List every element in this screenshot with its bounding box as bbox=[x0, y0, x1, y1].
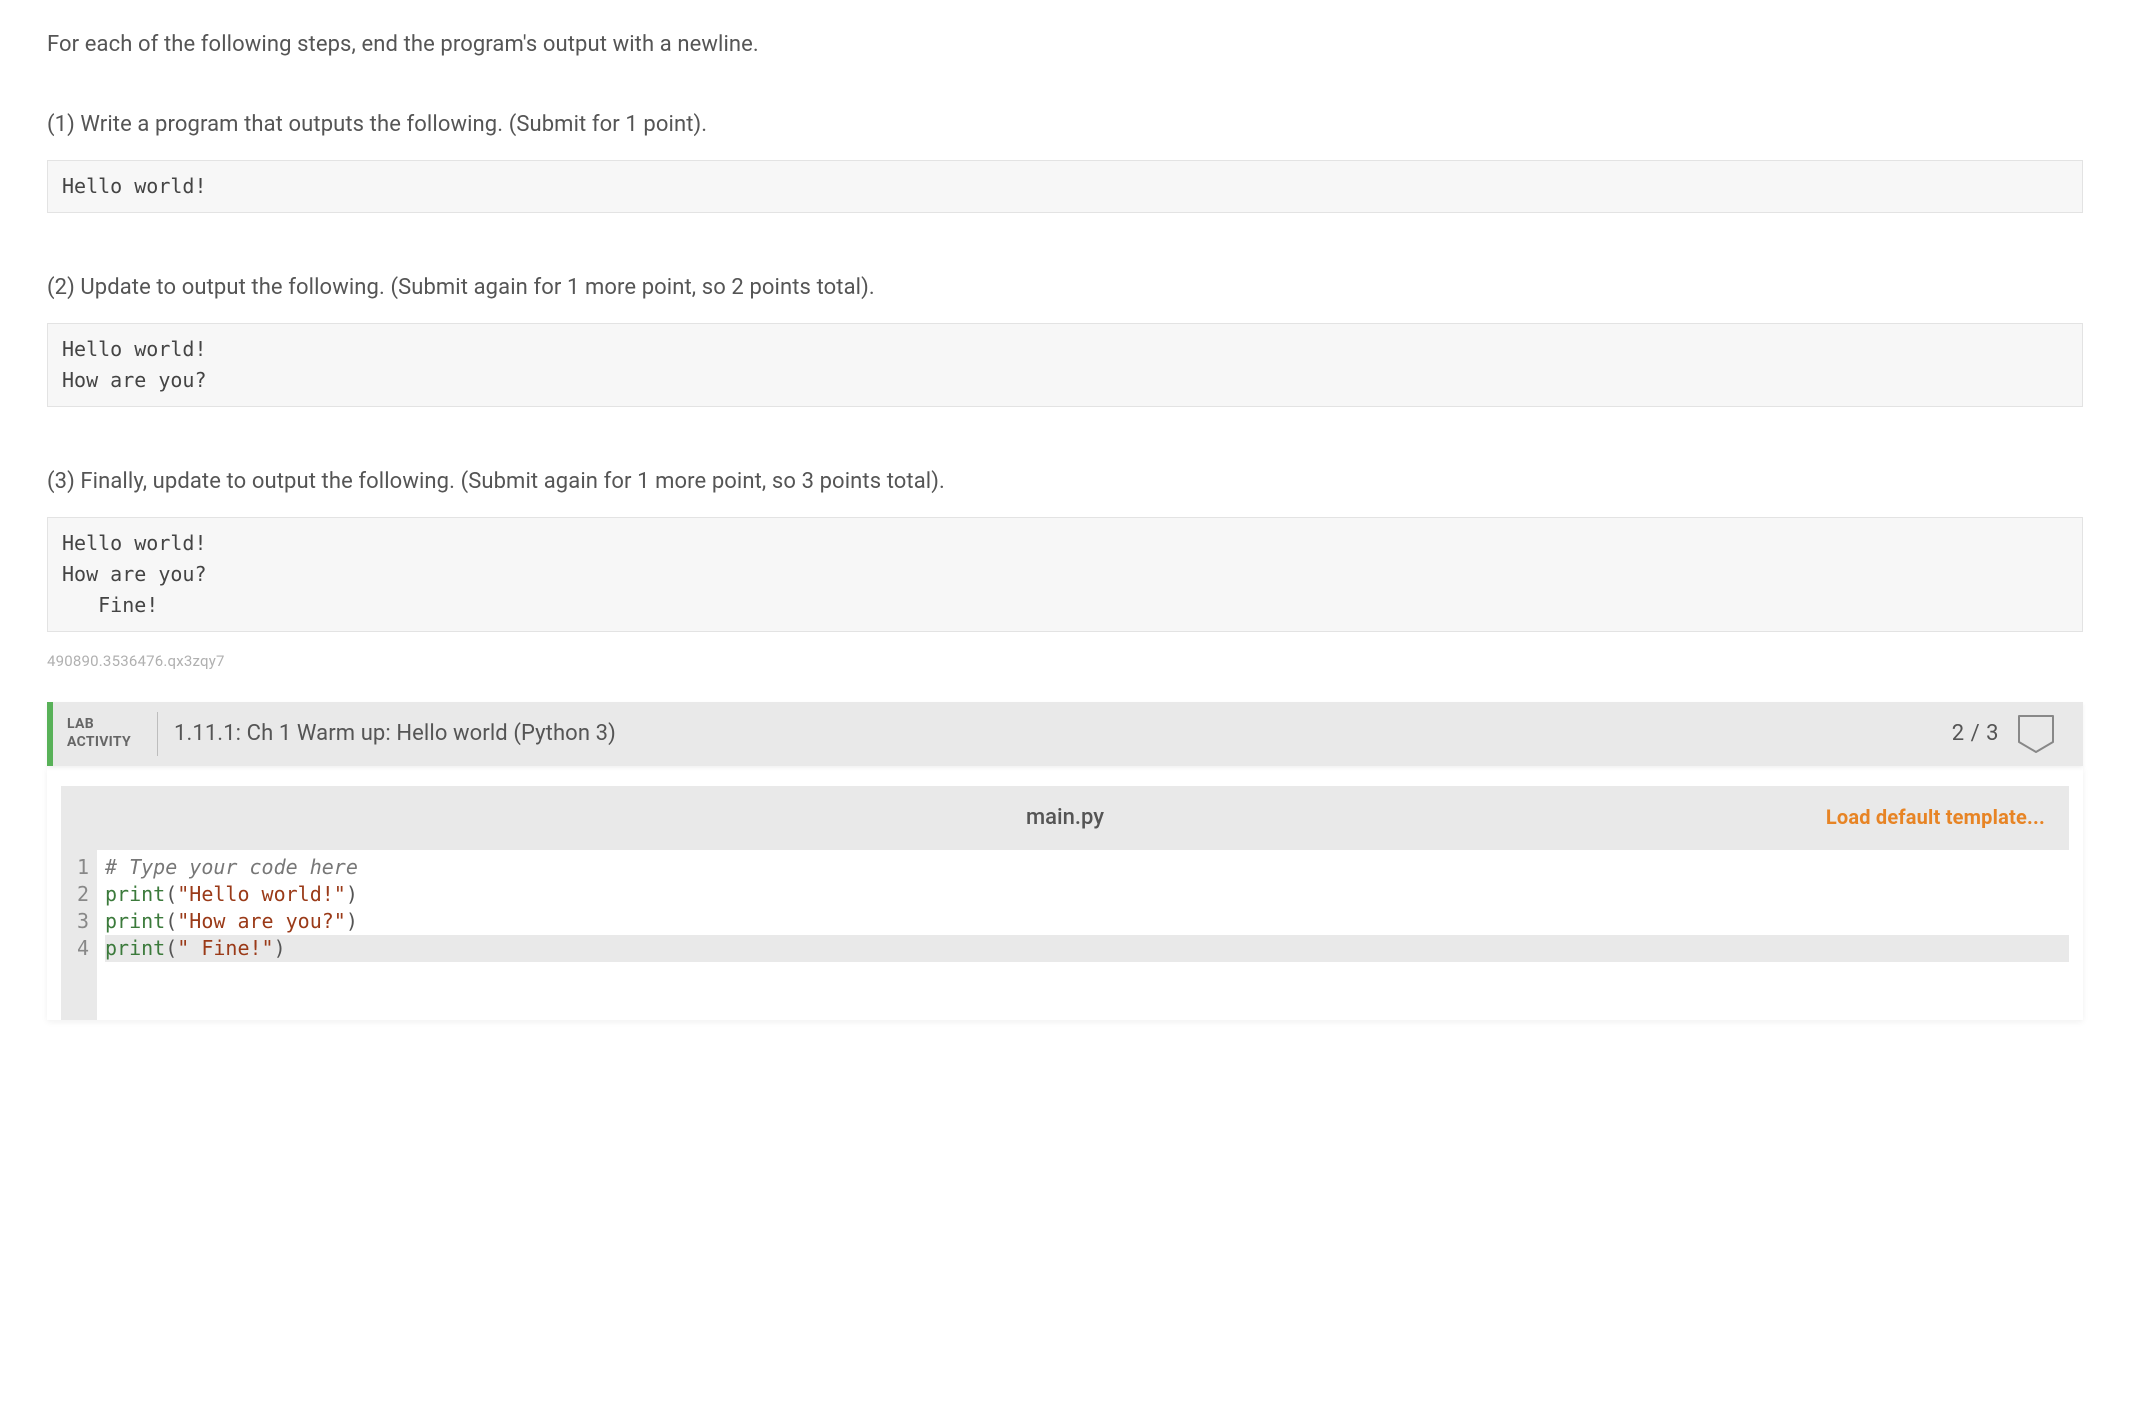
code-token-func: print bbox=[105, 936, 165, 960]
code-token-paren: ) bbox=[274, 936, 286, 960]
file-name: main.py bbox=[1026, 801, 1104, 835]
line-number: 4 bbox=[71, 935, 89, 962]
code-token-string: " Fine!" bbox=[177, 936, 273, 960]
code-line[interactable]: print("Hello world!") bbox=[105, 881, 2069, 908]
step-3-label: (3) Finally, update to output the follow… bbox=[47, 465, 2083, 499]
code-line[interactable]: print(" Fine!") bbox=[105, 935, 2069, 962]
code-token-func: print bbox=[105, 882, 165, 906]
code-token-string: "Hello world!" bbox=[177, 882, 346, 906]
lab-tag-line2: ACTIVITY bbox=[67, 734, 153, 752]
page-root: For each of the following steps, end the… bbox=[0, 0, 2130, 1418]
step-2-label: (2) Update to output the following. (Sub… bbox=[47, 271, 2083, 305]
code-token-string: "How are you?" bbox=[177, 909, 346, 933]
code-editor[interactable]: 1 2 3 4 # Type your code here print("Hel… bbox=[61, 850, 2069, 966]
lab-divider bbox=[157, 712, 158, 756]
code-line[interactable]: print("How are you?") bbox=[105, 908, 2069, 935]
line-number: 1 bbox=[71, 854, 89, 881]
lab-title: 1.11.1: Ch 1 Warm up: Hello world (Pytho… bbox=[174, 717, 1952, 751]
line-number-gutter: 1 2 3 4 bbox=[61, 850, 97, 966]
intro-text: For each of the following steps, end the… bbox=[47, 28, 2083, 62]
load-default-template-button[interactable]: Load default template... bbox=[1826, 802, 2045, 833]
lab-tag-line1: LAB bbox=[67, 716, 153, 734]
lab-score: 2 / 3 bbox=[1952, 717, 1999, 751]
step-1-output: Hello world! bbox=[47, 160, 2083, 213]
lab-activity-header: LAB ACTIVITY 1.11.1: Ch 1 Warm up: Hello… bbox=[47, 702, 2083, 766]
code-line[interactable]: # Type your code here bbox=[105, 854, 2069, 881]
bookmark-icon[interactable] bbox=[2017, 714, 2055, 754]
line-number: 2 bbox=[71, 881, 89, 908]
hash-id: 490890.3536476.qx3zqy7 bbox=[47, 650, 2083, 673]
editor-container: main.py Load default template... 1 2 3 4… bbox=[47, 766, 2083, 1020]
step-2-output: Hello world! How are you? bbox=[47, 323, 2083, 407]
code-token-paren: ( bbox=[165, 909, 177, 933]
code-lines[interactable]: # Type your code here print("Hello world… bbox=[97, 850, 2069, 966]
file-tab-bar: main.py Load default template... bbox=[61, 786, 2069, 850]
code-token-func: print bbox=[105, 909, 165, 933]
gutter-filler bbox=[61, 966, 97, 1020]
step-3-output: Hello world! How are you? Fine! bbox=[47, 517, 2083, 632]
step-1-label: (1) Write a program that outputs the fol… bbox=[47, 108, 2083, 142]
lab-tag: LAB ACTIVITY bbox=[53, 716, 153, 751]
code-token-paren: ) bbox=[346, 882, 358, 906]
code-token-paren: ) bbox=[346, 909, 358, 933]
code-token-paren: ( bbox=[165, 882, 177, 906]
code-token-paren: ( bbox=[165, 936, 177, 960]
line-number: 3 bbox=[71, 908, 89, 935]
code-token-comment: # Type your code here bbox=[105, 855, 358, 879]
